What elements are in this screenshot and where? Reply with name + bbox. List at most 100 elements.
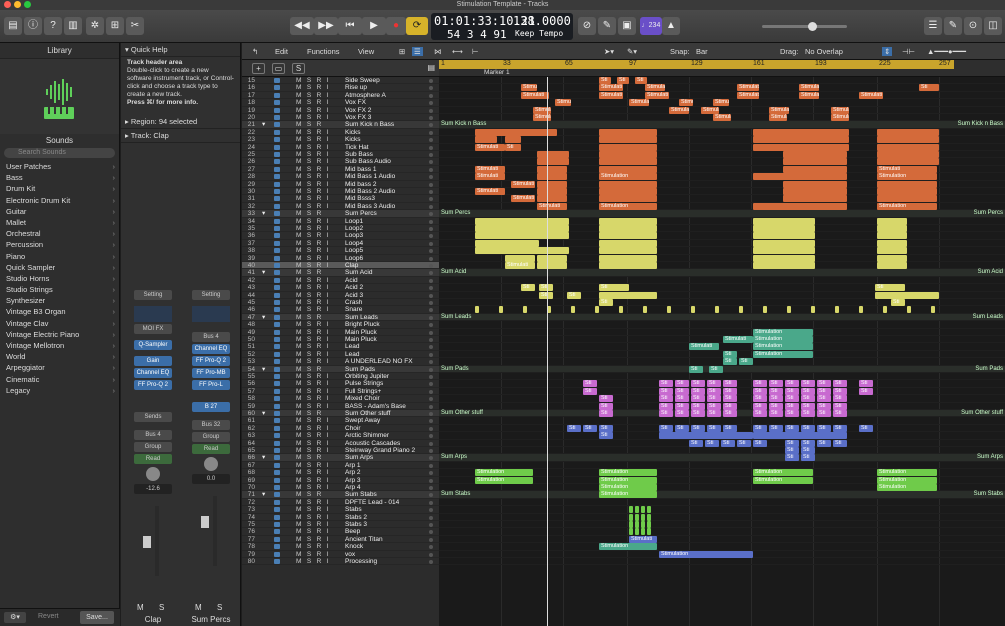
notes-icon[interactable]: ✎ — [944, 17, 962, 35]
playhead[interactable] — [547, 77, 548, 626]
region[interactable]: Stimulation — [599, 202, 657, 210]
track-name[interactable]: BASS - Adam's Base — [345, 403, 406, 410]
mute-button[interactable]: M — [296, 181, 301, 188]
region[interactable]: Sti — [691, 380, 705, 388]
track-lane[interactable] — [439, 254, 1005, 262]
library-item[interactable]: Synthesizer › — [0, 295, 119, 306]
track-name[interactable]: Loop1 — [345, 218, 363, 225]
solo-button[interactable]: S — [307, 514, 311, 521]
region[interactable]: Stimulation — [877, 469, 937, 477]
solo-button[interactable]: S — [307, 188, 311, 195]
track-header[interactable]: 37 M S R I Loop4 — [242, 240, 439, 248]
library-item[interactable]: Vintage Electric Piano › — [0, 329, 119, 340]
solo-button[interactable]: S — [307, 84, 311, 91]
solo-button[interactable]: S — [307, 358, 311, 365]
solo-button[interactable]: S — [307, 454, 311, 461]
zoom-icon[interactable]: ⊢ — [472, 47, 479, 56]
solo-button[interactable]: S — [307, 425, 311, 432]
region[interactable] — [475, 239, 539, 247]
track-name[interactable]: Loop2 — [345, 225, 363, 232]
region[interactable]: Stimulati — [521, 84, 537, 92]
region[interactable]: Sti — [583, 387, 597, 395]
region[interactable]: Sti — [919, 84, 939, 92]
track-lane[interactable]: Stimulati — [439, 262, 1005, 270]
region[interactable]: Sti — [859, 380, 873, 388]
record-enable-button[interactable]: R — [317, 129, 322, 136]
region[interactable]: Sti — [817, 402, 831, 410]
input-monitor-button[interactable]: I — [327, 351, 329, 358]
region[interactable]: Sti — [707, 424, 721, 432]
input-monitor-button[interactable]: I — [327, 144, 329, 151]
region[interactable] — [475, 306, 479, 314]
track-header[interactable]: 54 ▾ M S R Sum Pads — [242, 365, 439, 373]
region[interactable] — [931, 306, 935, 314]
input-monitor-button[interactable]: I — [327, 343, 329, 350]
track-header[interactable]: 25 M S R I Sub Bass — [242, 151, 439, 159]
metronome-icon[interactable]: ▲ — [662, 17, 680, 35]
region[interactable] — [783, 158, 847, 166]
track-header[interactable]: 21 ▾ M S R Sum Kick n Bass — [242, 121, 439, 129]
region[interactable]: Sti — [723, 358, 737, 366]
track-header[interactable]: 49 M S R I Main Pluck — [242, 329, 439, 336]
input-monitor-button[interactable]: I — [327, 255, 329, 262]
region[interactable]: Stimulati — [737, 91, 759, 99]
snap-select[interactable]: Bar — [696, 47, 708, 56]
mute-button[interactable]: M — [296, 351, 301, 358]
record-enable-button[interactable]: R — [317, 121, 322, 128]
disclosure-icon[interactable]: ▾ — [262, 410, 265, 417]
disclosure-icon[interactable]: ▾ — [262, 269, 265, 276]
region[interactable] — [475, 247, 569, 255]
solo-button[interactable]: S — [307, 528, 311, 535]
region[interactable] — [599, 254, 657, 262]
region[interactable]: Sti — [785, 387, 799, 395]
track-header[interactable]: 33 ▾ M S R Sum Percs — [242, 210, 439, 218]
record-enable-button[interactable]: R — [317, 158, 322, 165]
track-name[interactable]: Sum Stabs — [345, 491, 377, 498]
region[interactable]: Sti — [691, 424, 705, 432]
input-monitor-button[interactable]: I — [327, 195, 329, 202]
region[interactable] — [475, 136, 497, 144]
solo-button[interactable]: S — [307, 77, 311, 84]
track-header[interactable]: 59 M S R I BASS - Adam's Base — [242, 403, 439, 410]
region[interactable]: Stimulati — [521, 91, 549, 99]
input-monitor-button[interactable]: I — [327, 528, 329, 535]
region[interactable]: Stimulati — [533, 114, 551, 121]
track-header[interactable]: 61 M S R I Swept Away — [242, 417, 439, 425]
track-lane[interactable]: Stimulation — [439, 550, 1005, 558]
region[interactable]: Sti — [753, 402, 767, 410]
track-lane[interactable] — [439, 462, 1005, 470]
mute-button[interactable]: M — [296, 92, 301, 99]
region[interactable]: Stimulation — [753, 469, 813, 477]
solo-button[interactable]: S — [307, 277, 311, 284]
edit-menu[interactable]: Edit — [275, 47, 288, 56]
track-name[interactable]: Steinway Grand Piano 2 — [345, 447, 415, 454]
library-item[interactable]: World › — [0, 351, 119, 362]
library-item[interactable]: Electronic Drum Kit › — [0, 195, 119, 206]
solo-button[interactable]: S — [307, 336, 311, 343]
track-header[interactable]: 30 M S R I Mid Bass 2 Audio — [242, 188, 439, 196]
region[interactable]: Sti — [659, 395, 673, 403]
record-enable-button[interactable]: R — [317, 218, 322, 225]
region[interactable]: Stimulation — [599, 484, 657, 491]
help-icon[interactable]: ? — [44, 17, 62, 35]
region[interactable] — [599, 165, 657, 173]
disclosure-icon[interactable]: ▾ — [262, 454, 265, 461]
input-monitor-button[interactable]: I — [327, 551, 329, 558]
track-lane[interactable]: Sti Sti Sti Sti Sti Sti Sti Sti Sti Sti Sti Sti — [439, 395, 1005, 403]
region[interactable]: Sti — [723, 410, 737, 417]
region[interactable]: Sti — [599, 432, 613, 440]
track-lane[interactable]: Sti Sti — [439, 291, 1005, 299]
region[interactable]: Sti — [691, 387, 705, 395]
record-enable-button[interactable]: R — [317, 447, 322, 454]
track-lane[interactable]: Sti Sti Sti Sti Sti Sti Sti Sti Sti — [439, 439, 1005, 447]
track-lane[interactable]: Sti Sti Sti Sti Sti Sti Sti Sti Sti Sti Sti Sti Sti — [439, 380, 1005, 388]
region[interactable]: Sti — [769, 380, 783, 388]
track-name[interactable]: Arp 4 — [345, 484, 361, 491]
input-monitor-button[interactable]: I — [327, 417, 329, 424]
region[interactable] — [647, 528, 651, 536]
track-name[interactable]: Mid bass 1 — [345, 166, 376, 173]
region[interactable] — [877, 143, 939, 151]
disclosure-icon[interactable]: ▾ — [262, 366, 265, 373]
revert-button[interactable]: Revert — [38, 613, 59, 620]
track-header[interactable]: 38 M S R I Loop5 — [242, 247, 439, 255]
